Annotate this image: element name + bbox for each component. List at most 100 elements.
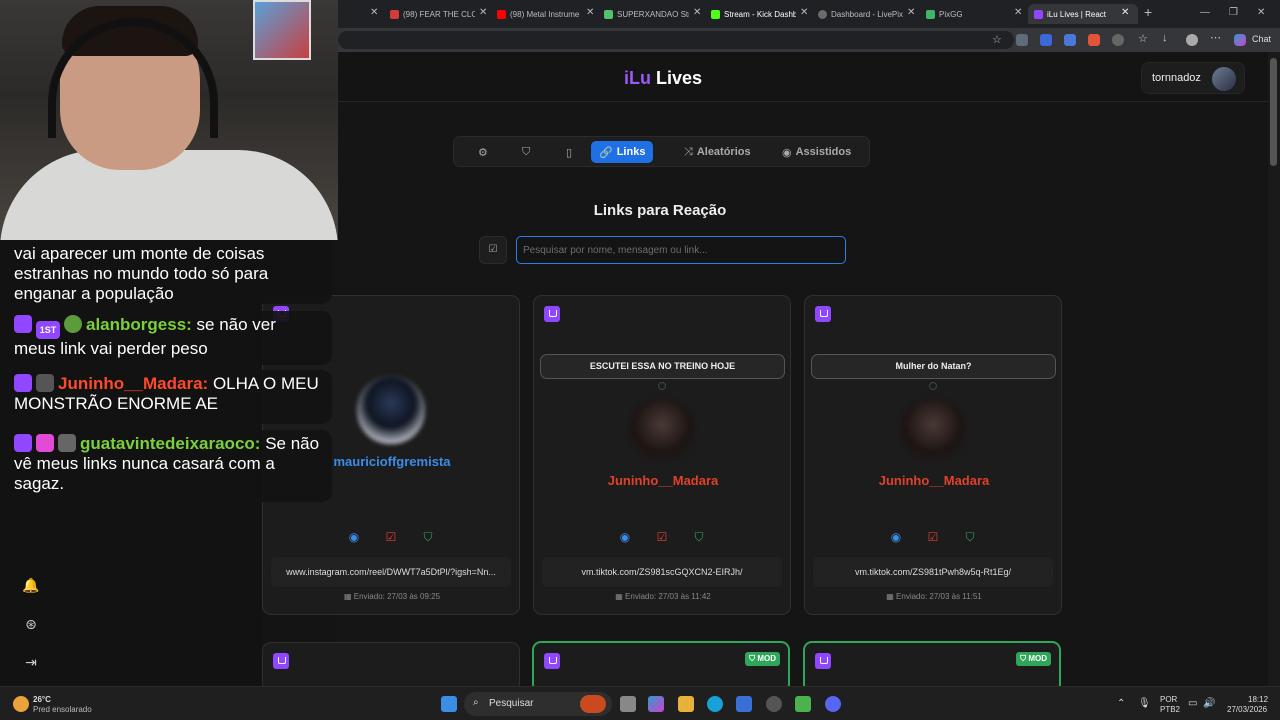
card-actions: ◉ ☑ ⛉ (534, 530, 792, 546)
download-icon[interactable]: ↓ (1162, 32, 1174, 44)
app-header (338, 52, 1268, 102)
taskbar: 26°C Pred ensolarado ⌕ Pesquisar ⌃ 🎙 POR… (0, 686, 1280, 720)
app-icon[interactable] (766, 696, 782, 712)
browser-tab[interactable]: (98) FEAR THE CLO (390, 4, 475, 24)
bookmark-icon: ▯ (566, 146, 573, 159)
clock-time[interactable]: 18:12 (1248, 695, 1268, 704)
chat-message: Juninho__Madara: OLHA O MEU MONSTRÃO ENO… (4, 370, 332, 424)
search-input[interactable] (516, 236, 846, 264)
close-tab-icon[interactable]: ✕ (586, 7, 594, 18)
close-tab-icon[interactable]: ✕ (907, 7, 915, 18)
close-window-icon[interactable]: ✕ (1257, 7, 1265, 18)
browser-tab[interactable]: Stream - Kick Dashb (711, 4, 796, 24)
eye-icon[interactable]: ◉ (347, 530, 361, 544)
browser-tab[interactable]: SUPERXANDAO Str (604, 4, 689, 24)
copilot-icon[interactable] (648, 696, 664, 712)
shield-icon[interactable]: ⛉ (421, 530, 435, 544)
network-icon[interactable]: ▭ (1188, 698, 1197, 709)
close-tab-icon[interactable]: ✕ (693, 7, 701, 18)
favorites-icon[interactable]: ☆ (1138, 32, 1150, 45)
close-tab-icon[interactable]: ✕ (479, 7, 487, 18)
edge-icon[interactable] (707, 696, 723, 712)
file-explorer-icon[interactable] (678, 696, 694, 712)
copilot-icon[interactable] (1234, 34, 1246, 46)
nav-tabs: ⚙ ⛉ ▯ 🔗 Links ⤨ Aleatórios ◉ Assistidos (453, 136, 870, 167)
microphone-icon[interactable]: 🎙 (1138, 698, 1151, 709)
tab-aleatorios[interactable]: ⤨ Aleatórios (676, 141, 759, 163)
maximize-icon[interactable]: ❐ (1229, 7, 1238, 18)
tab-assistidos[interactable]: ◉ Assistidos (774, 141, 859, 163)
help-icon[interactable]: ⊛ (22, 616, 40, 634)
shield-icon[interactable]: ⛉ (963, 530, 977, 544)
check-icon[interactable]: ☑ (926, 530, 940, 544)
tab-favicon-icon (390, 9, 399, 19)
taskbar-search[interactable]: ⌕ Pesquisar (464, 692, 612, 716)
app-logo[interactable]: iLu Lives (624, 68, 702, 89)
calendar-icon: ▦ (886, 592, 897, 601)
minimize-icon[interactable]: — (1200, 7, 1210, 18)
more-icon[interactable]: ⋯ (1210, 31, 1222, 44)
extension-icon[interactable] (1088, 34, 1100, 46)
mod-badge: ⛉ MOD (745, 652, 780, 666)
volume-icon[interactable]: 🔊 (1203, 698, 1215, 709)
star-icon[interactable]: ☆ (992, 33, 1004, 46)
search-icon: ⌕ (473, 697, 479, 708)
bell-icon[interactable]: 🔔 (22, 577, 40, 595)
search-highlight-icon (580, 695, 606, 713)
tab-saved[interactable]: ▯ (558, 141, 580, 163)
extension-icon[interactable] (1016, 34, 1028, 46)
chat-label[interactable]: Chat (1252, 34, 1271, 44)
url-field[interactable] (338, 31, 1014, 49)
scrollbar-thumb[interactable] (1270, 58, 1277, 166)
photos-icon[interactable] (736, 696, 752, 712)
calendar-icon: ▦ (615, 592, 626, 601)
tab-moderation[interactable]: ⛉ (514, 141, 538, 163)
close-tab-icon[interactable]: ✕ (1014, 7, 1022, 18)
connector-dot (658, 382, 666, 390)
task-view-icon[interactable] (620, 696, 636, 712)
card-message: ESCUTEI ESSA NO TREINO HOJE (540, 354, 785, 379)
chat-username: Juninho__Madara: (58, 374, 209, 393)
xbox-icon[interactable] (795, 696, 811, 712)
chat-message: 1ST alanborgess: se não ver meus link vai… (4, 311, 332, 365)
card-link[interactable]: vm.tiktok.com/ZS981tPwh8w5q-Rt1Eg/ (813, 557, 1053, 587)
check-icon[interactable]: ☑ (384, 530, 398, 544)
card-username[interactable]: Juninho__Madara (534, 473, 792, 488)
first-badge-icon: 1ST (36, 321, 60, 339)
close-tab-icon[interactable]: ✕ (370, 7, 378, 18)
keyboard-layout[interactable]: PTB2 (1160, 705, 1180, 714)
new-tab-icon[interactable]: + (1144, 4, 1152, 20)
temperature: 26°C (33, 695, 51, 704)
start-icon[interactable] (441, 696, 457, 712)
card-link[interactable]: www.instagram.com/reel/DWWT7a5DtPl/?igsh… (271, 557, 511, 587)
logout-icon[interactable]: ⇥ (22, 654, 40, 672)
clock-date[interactable]: 27/03/2026 (1227, 705, 1267, 714)
twitch-icon (544, 306, 560, 322)
eye-icon[interactable]: ◉ (889, 530, 903, 544)
weather-icon[interactable] (13, 696, 29, 712)
refresh-icon[interactable] (1112, 34, 1124, 46)
card-link[interactable]: vm.tiktok.com/ZS981scGQXCN2-EIRJh/ (542, 557, 782, 587)
kick-icon (711, 9, 720, 19)
tab-links[interactable]: 🔗 Links (591, 141, 654, 163)
link-card: Mulher do Natan? Juninho__Madara ◉ ☑ ⛉ v… (804, 295, 1062, 615)
discord-icon[interactable] (825, 696, 841, 712)
browser-tab[interactable]: Dashboard - LivePix (818, 4, 906, 24)
check-icon[interactable]: ☑ (655, 530, 669, 544)
browser-tab[interactable]: (98) Metal Instrume (497, 4, 582, 24)
user-menu[interactable]: tornnadoz (1141, 62, 1245, 94)
card-username[interactable]: Juninho__Madara (805, 473, 1063, 488)
close-tab-icon[interactable]: ✕ (800, 7, 808, 18)
browser-tab[interactable]: PixGG (926, 4, 1006, 24)
eye-icon[interactable]: ◉ (618, 530, 632, 544)
profile-icon[interactable] (1186, 34, 1198, 46)
close-tab-icon[interactable]: ✕ (1121, 7, 1129, 18)
shield-icon[interactable]: ⛉ (692, 530, 706, 544)
sent-time: ▦ Enviado: 27/03 às 11:51 (886, 592, 982, 601)
select-all-button[interactable]: ☑ (479, 236, 507, 264)
language[interactable]: POR (1160, 695, 1177, 704)
tab-settings[interactable]: ⚙ (470, 141, 496, 163)
extension-icon[interactable] (1040, 34, 1052, 46)
chevron-up-icon[interactable]: ⌃ (1117, 698, 1125, 709)
extension-icon[interactable] (1064, 34, 1076, 46)
